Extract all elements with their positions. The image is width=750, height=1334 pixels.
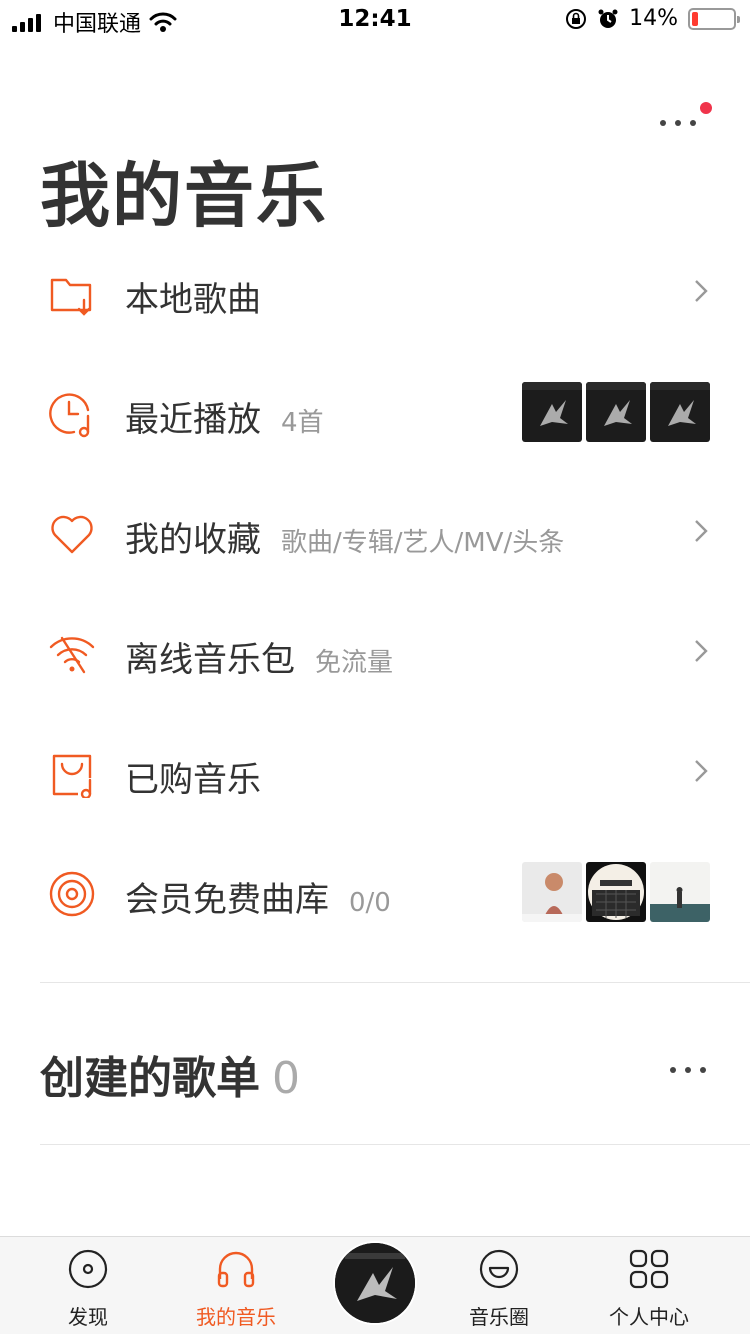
tab-my-music[interactable]: 我的音乐 (161, 1237, 311, 1334)
clock-music-icon (49, 393, 90, 438)
playlist-more-button[interactable] (666, 1060, 710, 1080)
status-bar: 中国联通 12:41 14% (0, 0, 750, 40)
battery-icon (688, 7, 740, 30)
menu-item-favorites[interactable]: 我的收藏 歌曲/专辑/艺人/MV/头条 (0, 472, 750, 592)
menu-label: 已购音乐 (125, 760, 261, 800)
tab-label: 个人中心 (609, 1305, 689, 1329)
battery-level (692, 11, 698, 26)
headphones-icon (217, 1251, 255, 1288)
menu-item-offline-package[interactable]: 离线音乐包 免流量 (0, 592, 750, 712)
album-cover-thumb[interactable] (586, 382, 646, 442)
bag-music-icon (52, 754, 92, 798)
tab-discover[interactable]: 发现 (13, 1237, 163, 1334)
folder-download-icon (50, 278, 92, 316)
album-cover-thumb[interactable] (586, 862, 646, 922)
menu-item-purchased[interactable]: 已购音乐 (0, 712, 750, 832)
album-cover-thumb[interactable] (650, 382, 710, 442)
smile-circle-icon (479, 1249, 519, 1289)
grid-icon (629, 1249, 669, 1289)
tab-profile[interactable]: 个人中心 (574, 1237, 724, 1334)
tab-label: 我的音乐 (196, 1305, 276, 1329)
album-cover-thumb[interactable] (650, 862, 710, 922)
chevron-right-icon (695, 520, 708, 542)
my-music-menu: 本地歌曲 最近播放 4首 我的收藏 歌曲/专辑/艺人/MV/头条 离线音乐包 免… (0, 232, 750, 952)
album-cover-thumb[interactable] (522, 862, 582, 922)
chevron-right-icon (695, 640, 708, 662)
menu-item-recent-played[interactable]: 最近播放 4首 (0, 352, 750, 472)
heart-icon (51, 515, 93, 554)
tab-label: 发现 (68, 1305, 108, 1329)
section-divider (40, 1144, 750, 1145)
battery-percent: 14% (629, 6, 678, 31)
menu-item-local-songs[interactable]: 本地歌曲 (0, 232, 750, 352)
recent-album-thumbs (522, 382, 710, 442)
menu-label: 会员免费曲库 0/0 (125, 880, 391, 920)
menu-label: 离线音乐包 免流量 (125, 640, 394, 680)
tab-label: 音乐圈 (469, 1305, 529, 1329)
notification-badge (700, 102, 712, 114)
alarm-icon (598, 9, 618, 28)
status-right: 14% (565, 6, 740, 31)
more-menu-button[interactable] (656, 102, 712, 135)
menu-label: 本地歌曲 (125, 280, 261, 320)
vinyl-icon (49, 871, 95, 917)
created-playlists-title[interactable]: 创建的歌单 0 (40, 1042, 300, 1106)
tab-music-circle[interactable]: 音乐圈 (424, 1237, 574, 1334)
rotation-lock-icon (566, 8, 587, 29)
disc-icon (68, 1249, 108, 1289)
album-cover-thumb[interactable] (522, 382, 582, 442)
page-title: 我的音乐 (40, 155, 328, 237)
menu-label: 我的收藏 歌曲/专辑/艺人/MV/头条 (125, 520, 565, 560)
now-playing-disc[interactable] (335, 1243, 415, 1323)
wifi-offline-icon (49, 636, 95, 674)
playlist-count: 0 (272, 1053, 300, 1104)
menu-label: 最近播放 4首 (125, 400, 324, 440)
chevron-right-icon (695, 760, 708, 782)
chevron-right-icon (695, 280, 708, 302)
vip-album-thumbs (522, 862, 710, 922)
section-divider (40, 982, 750, 983)
menu-item-vip-library[interactable]: 会员免费曲库 0/0 (0, 832, 750, 952)
